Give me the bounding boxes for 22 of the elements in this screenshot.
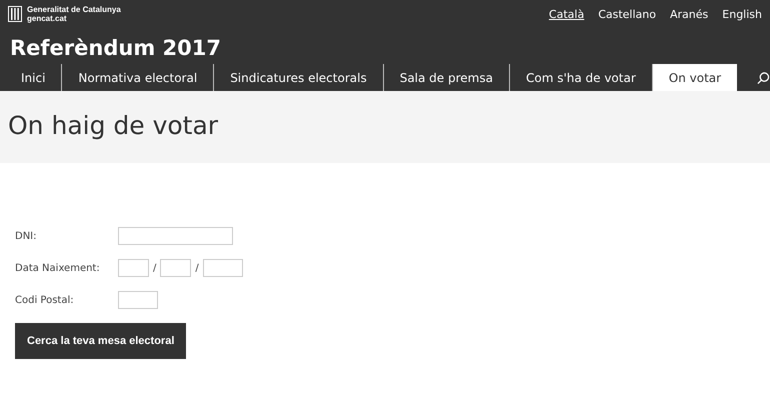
brand-name: Generalitat de Catalunya bbox=[27, 5, 121, 14]
language-link[interactable]: English bbox=[722, 8, 762, 20]
language-link[interactable]: Aranés bbox=[670, 8, 708, 20]
dni-field[interactable] bbox=[118, 227, 233, 245]
field-label: DNI: bbox=[15, 230, 38, 242]
field-label: Data Naixement: bbox=[15, 262, 101, 274]
search-icon[interactable] bbox=[757, 70, 770, 84]
date-separator: / bbox=[153, 262, 156, 274]
page-title: On haig de votar bbox=[8, 110, 218, 140]
day-field[interactable] bbox=[118, 259, 149, 277]
year-field[interactable] bbox=[202, 259, 243, 277]
language-link[interactable]: Català bbox=[548, 8, 584, 20]
month-field[interactable] bbox=[160, 259, 192, 277]
postal-code-field[interactable] bbox=[118, 291, 158, 309]
field-label: Codi Postal: bbox=[15, 294, 75, 306]
search-button[interactable]: Cerca la teva mesa electoral bbox=[15, 323, 186, 359]
site-title: Referèndum 2017 bbox=[9, 35, 222, 62]
language-link[interactable]: Castellano bbox=[598, 8, 656, 20]
date-separator: / bbox=[195, 262, 199, 274]
nav-tab[interactable]: On votar bbox=[652, 64, 738, 91]
brand-site: gencat.cat bbox=[27, 14, 68, 23]
emblem-icon bbox=[8, 6, 22, 22]
